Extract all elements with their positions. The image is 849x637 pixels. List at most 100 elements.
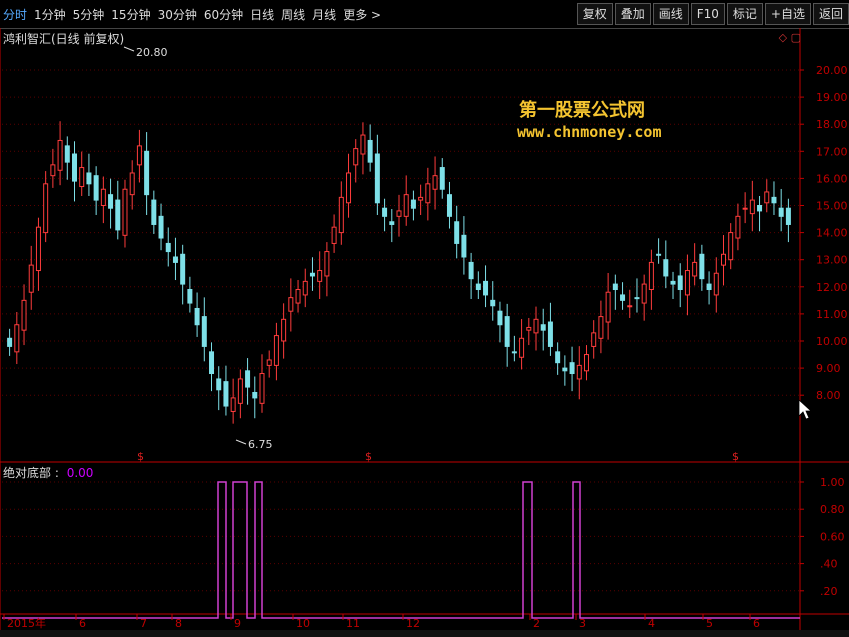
- candle-body: [158, 215, 164, 239]
- stock-title: 鸿利智汇(日线 前复权): [3, 32, 125, 46]
- candle-body: [778, 207, 784, 217]
- candle-body: [583, 354, 589, 372]
- candle-body: [620, 294, 626, 301]
- candle-body: [771, 196, 777, 204]
- candle-body: [490, 299, 496, 307]
- candle-body: [749, 199, 755, 215]
- candle-body: [288, 297, 294, 312]
- candle-body: [7, 337, 13, 347]
- candle-body: [216, 378, 222, 391]
- candle-body: [656, 253, 662, 256]
- candle-body: [720, 253, 726, 266]
- candle-body: [677, 275, 683, 291]
- price-tick-label: 9.00: [816, 362, 841, 375]
- low-pointer: [235, 439, 247, 445]
- candle-body: [684, 270, 690, 296]
- price-tick-label: 19.00: [816, 91, 848, 104]
- candle-body: [410, 199, 416, 209]
- candle-body: [663, 259, 669, 277]
- candle-body: [483, 280, 489, 296]
- candle-body: [504, 316, 510, 347]
- candle-body: [317, 270, 323, 282]
- candle-body: [598, 316, 604, 339]
- candle-body: [475, 283, 481, 291]
- candle-body: [432, 175, 438, 190]
- kline-chart[interactable]: 20.0019.0018.0017.0016.0015.0014.0013.00…: [0, 0, 849, 637]
- indicator-tick-label: 0.60: [820, 530, 845, 543]
- date-tick-label: 11: [346, 617, 360, 630]
- date-tick-label: 4: [648, 617, 655, 630]
- candle-body: [439, 167, 445, 190]
- candle-body: [533, 318, 539, 334]
- bottom-tab-strip[interactable]: [0, 630, 849, 637]
- price-tick-label: 8.00: [816, 389, 841, 402]
- candle-body: [670, 280, 676, 285]
- indicator-line: [2, 481, 800, 619]
- candle-body: [367, 139, 373, 163]
- price-tick-label: 10.00: [816, 335, 848, 348]
- price-tick-label: 15.00: [816, 200, 848, 213]
- candle-body: [692, 261, 698, 277]
- candle-body: [641, 283, 647, 304]
- diamond-icon[interactable]: ◇ ▢: [779, 31, 801, 44]
- candle-body: [165, 242, 171, 253]
- indicator-sep: :: [51, 466, 63, 480]
- low-label: 6.75: [248, 438, 273, 451]
- indicator-tick-label: 1.00: [820, 476, 845, 489]
- date-tick-label: 12: [406, 617, 420, 630]
- candle-body: [324, 251, 330, 277]
- date-tick-label: 10: [296, 617, 310, 630]
- indicator-tick-label: .20: [820, 585, 838, 598]
- candle-body: [309, 272, 315, 277]
- candle-body: [259, 373, 265, 404]
- candle-body: [136, 145, 142, 166]
- candle-body: [35, 226, 41, 272]
- candle-body: [209, 351, 215, 375]
- candle-body: [468, 261, 474, 280]
- candle-body: [223, 381, 229, 407]
- candle-body: [93, 175, 99, 201]
- candle-body: [389, 221, 395, 225]
- price-tick-label: 14.00: [816, 227, 848, 240]
- candle-body: [237, 378, 243, 404]
- candle-body: [252, 391, 258, 399]
- candle-body: [699, 253, 705, 280]
- candle-body: [454, 221, 460, 244]
- candle-body: [172, 256, 178, 263]
- candle-body: [497, 310, 503, 326]
- indicator-tick-label: 0.80: [820, 503, 845, 516]
- candle-body: [634, 297, 640, 300]
- candle-body: [108, 194, 114, 209]
- candle-body: [122, 188, 128, 236]
- candle-body: [648, 261, 654, 291]
- candle-body: [360, 134, 366, 155]
- candle-body: [72, 153, 78, 182]
- indicator-name: 绝对底部: [3, 466, 52, 480]
- candle-body: [281, 318, 287, 342]
- price-tick-label: 13.00: [816, 254, 848, 267]
- date-tick-label: 5: [706, 617, 713, 630]
- candle-body: [201, 316, 207, 347]
- candle-body: [627, 305, 633, 308]
- date-tick-label: 7: [140, 617, 147, 630]
- candle-body: [338, 196, 344, 234]
- dividend-marker: $: [137, 450, 144, 463]
- candle-body: [100, 188, 106, 207]
- candle-body: [245, 370, 251, 388]
- price-tick-label: 17.00: [816, 145, 848, 158]
- candle-body: [757, 205, 763, 212]
- indicator-value: 0.00: [66, 466, 94, 480]
- candle-body: [295, 289, 301, 304]
- date-tick-label: 2015年: [7, 616, 46, 630]
- price-tick-label: 18.00: [816, 118, 848, 131]
- watermark-url: www.chnmoney.com: [517, 123, 662, 141]
- candle-body: [43, 183, 49, 234]
- candle-body: [713, 272, 719, 296]
- candle-body: [14, 324, 20, 353]
- candle-body: [396, 210, 402, 217]
- candle-body: [21, 299, 27, 331]
- candle-body: [735, 215, 741, 239]
- candle-body: [331, 226, 337, 244]
- candle-body: [64, 145, 70, 163]
- candle-body: [144, 150, 150, 196]
